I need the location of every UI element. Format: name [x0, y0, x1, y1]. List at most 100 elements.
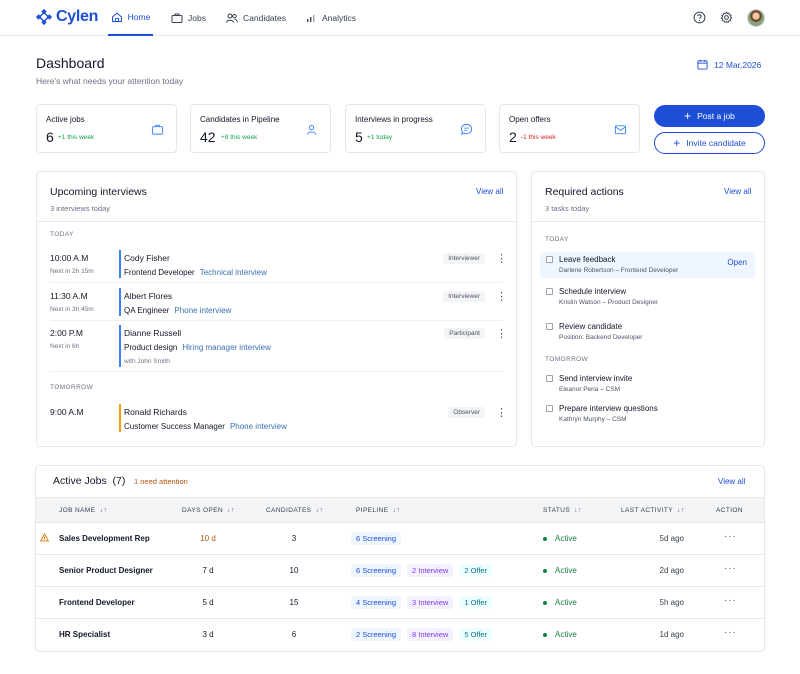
page-subtitle: Here's what needs your attention today	[36, 76, 184, 86]
column-header-last-activity[interactable]: LAST ACTIVITY ↓↑	[621, 507, 685, 514]
stat-open-offers[interactable]: Open offers 2 -1 this week	[499, 104, 640, 153]
upcoming-view-all-link[interactable]: View all	[476, 187, 503, 196]
pipeline-interview[interactable]: 3 Interview	[407, 596, 454, 609]
page-title: Dashboard	[36, 55, 105, 71]
nav-jobs[interactable]: Jobs	[171, 0, 206, 36]
stat-value: 42	[200, 129, 216, 145]
sort-icon[interactable]: ↓↑	[392, 507, 400, 514]
pipeline-interview[interactable]: 2 Interview	[407, 564, 454, 577]
table-row[interactable]: Frontend Developer 5 d 15 4 Screening 3 …	[36, 587, 764, 619]
action-subtitle: Kathryn Murphy – CSM	[559, 416, 627, 423]
nav-home-label: Home	[127, 12, 151, 22]
interview-candidate: Dianne Russell	[124, 328, 182, 338]
date-picker[interactable]: 12 Mar,2026	[697, 59, 761, 70]
table-row[interactable]: HR Specialist 3 d 6 2 Screening 8 Interv…	[36, 619, 764, 651]
candidates-count: 10	[289, 566, 299, 575]
action-item[interactable]: Send interview invite Eleanor Pena – CSM	[540, 371, 755, 397]
stat-active-jobs[interactable]: Active jobs 6 +1 this week	[36, 104, 177, 153]
sort-icon[interactable]: ↓↑	[315, 507, 323, 514]
interview-with: with John Smith	[124, 358, 170, 365]
pipeline-offer[interactable]: 1 Offer	[459, 596, 493, 609]
task-checkbox[interactable]	[546, 375, 553, 382]
task-checkbox[interactable]	[546, 323, 553, 330]
interview-type: Phone interview	[229, 422, 287, 431]
task-checkbox[interactable]	[546, 405, 553, 412]
interview-time: 9:00 A.M	[50, 407, 84, 417]
logo[interactable]: Cylen	[35, 8, 98, 26]
column-header-days-open[interactable]: DAYS OPEN ↓↑	[182, 507, 235, 514]
section-label-today: TODAY	[50, 231, 74, 238]
job-name[interactable]: HR Specialist	[59, 630, 110, 639]
column-header-pipeline[interactable]: PIPELINE ↓↑	[356, 507, 400, 514]
column-header-candidates[interactable]: CANDIDATES ↓↑	[266, 507, 323, 514]
post-job-button[interactable]: + Post a job	[654, 105, 765, 127]
briefcase-icon	[171, 13, 183, 23]
invite-candidate-button[interactable]: + Invite candidate	[654, 132, 765, 154]
stat-delta: -1 this week	[521, 134, 556, 141]
stat-interviews-progress[interactable]: Interviews in progress 5 +1 today	[345, 104, 486, 153]
nav-analytics[interactable]: Analytics	[305, 0, 356, 36]
avatar[interactable]	[747, 9, 765, 27]
pipeline-offer[interactable]: 5 Offer	[459, 628, 493, 641]
table-row[interactable]: Sales Development Rep 10 d 3 6 Screening…	[36, 523, 764, 555]
status-dot-icon	[543, 632, 547, 637]
open-action-link[interactable]: Open	[727, 258, 747, 267]
home-icon	[111, 12, 122, 22]
action-item[interactable]: Schedule interview Kristin Watson – Prod…	[540, 284, 755, 310]
required-view-all-link[interactable]: View all	[724, 187, 751, 196]
candidates-count: 6	[291, 630, 297, 639]
mail-icon	[614, 125, 627, 135]
table-row[interactable]: Senior Product Designer 7 d 10 6 Screeni…	[36, 555, 764, 587]
pipeline-offer[interactable]: 2 Offer	[459, 564, 493, 577]
role-badge: Observer	[448, 407, 485, 418]
help-icon[interactable]	[693, 11, 706, 24]
stat-value: 2	[509, 129, 517, 145]
more-options-icon[interactable]: ⋮	[496, 292, 507, 303]
stat-candidates-pipeline[interactable]: Candidates in Pipeline 42 +8 this week	[190, 104, 331, 153]
more-options-icon[interactable]: ···	[724, 627, 737, 638]
stat-delta: +8 this week	[221, 134, 258, 141]
chat-icon	[460, 123, 473, 136]
nav-candidates[interactable]: Candidates	[226, 0, 286, 36]
pipeline-screening[interactable]: 4 Screening	[351, 596, 402, 609]
column-header-status[interactable]: STATUS ↓↑	[543, 507, 582, 514]
pipeline-screening[interactable]: 6 Screening	[351, 532, 402, 545]
action-item[interactable]: Prepare interview questions Kathryn Murp…	[540, 401, 755, 427]
sort-icon[interactable]: ↓↑	[677, 507, 685, 514]
sort-icon[interactable]: ↓↑	[227, 507, 235, 514]
column-header-job-name[interactable]: JOB NAME ↓↑	[59, 507, 107, 514]
pipeline-interview[interactable]: 8 Interview	[407, 628, 454, 641]
more-options-icon[interactable]: ···	[724, 563, 737, 574]
stat-value: 6	[46, 129, 54, 145]
plus-icon: +	[673, 136, 681, 150]
role-badge: Interviewer	[443, 253, 485, 264]
jobs-view-all-link[interactable]: View all	[718, 477, 745, 486]
action-item[interactable]: Leave feedback Darlene Robertson – Front…	[540, 252, 755, 278]
more-options-icon[interactable]: ⋮	[496, 254, 507, 265]
status-badge: Active	[543, 630, 577, 639]
pipeline-screening[interactable]: 6 Screening	[351, 564, 402, 577]
job-name[interactable]: Frontend Developer	[59, 598, 135, 607]
action-item[interactable]: Review candidate Position: Backend Devel…	[540, 319, 755, 345]
sort-icon[interactable]: ↓↑	[99, 507, 107, 514]
pipeline: 4 Screening 3 Interview 1 Offer	[351, 596, 493, 609]
job-name[interactable]: Sales Development Rep	[59, 534, 150, 543]
nav-candidates-label: Candidates	[243, 13, 287, 23]
more-options-icon[interactable]: ⋮	[496, 408, 507, 419]
action-subtitle: Position: Backend Developer	[559, 334, 643, 341]
pipeline-screening[interactable]: 2 Screening	[351, 628, 402, 641]
row-divider	[50, 371, 503, 372]
task-checkbox[interactable]	[546, 256, 553, 263]
section-label-tomorrow: TOMORROW	[50, 384, 94, 391]
active-jobs-title: Active Jobs (7)	[53, 475, 125, 487]
interview-candidate: Cody Fisher	[124, 253, 170, 263]
more-options-icon[interactable]: ···	[724, 595, 737, 606]
sort-icon[interactable]: ↓↑	[574, 507, 582, 514]
settings-icon[interactable]	[720, 11, 733, 24]
interview-accent-bar	[119, 288, 121, 316]
task-checkbox[interactable]	[546, 288, 553, 295]
nav-home[interactable]: Home	[108, 0, 153, 36]
more-options-icon[interactable]: ⋮	[496, 329, 507, 340]
job-name[interactable]: Senior Product Designer	[59, 566, 153, 575]
more-options-icon[interactable]: ···	[724, 531, 737, 542]
